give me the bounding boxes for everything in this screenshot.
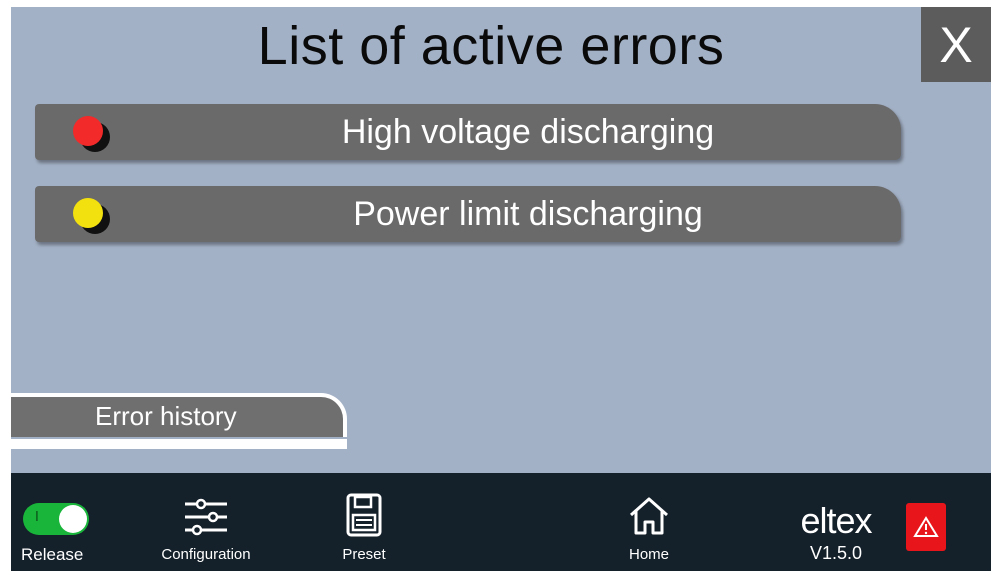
brand-block: eltex V1.5.0 [791,503,881,564]
page-title: List of active errors [257,16,725,76]
home-icon [630,497,668,535]
nav-configuration-label: Configuration [161,546,251,563]
warning-icon [913,516,939,537]
nav-home[interactable]: Home [614,495,684,563]
close-button[interactable]: X [921,7,991,82]
floppy-disk-icon [346,493,382,537]
error-row-power-limit[interactable]: Power limit discharging [35,186,901,242]
eltex-logo: eltex [800,500,872,541]
bottom-navigation-bar: I Release Configuration Preset Home elte… [11,473,991,571]
alarm-button[interactable] [906,503,946,551]
status-led-red-icon [73,116,103,146]
nav-configuration[interactable]: Configuration [151,497,261,563]
toggle-knob [59,505,87,533]
nav-home-label: Home [628,546,669,563]
error-label: Power limit discharging [353,195,703,233]
nav-preset-label: Preset [342,546,386,563]
sliders-icon [185,498,227,536]
release-label: Release [21,545,84,564]
error-row-high-voltage[interactable]: High voltage discharging [35,104,901,160]
nav-preset[interactable]: Preset [324,493,404,563]
release-toggle[interactable]: I [23,503,89,535]
version-label: V1.5.0 [809,543,863,563]
toggle-mark: I [35,510,39,525]
tab-error-history[interactable]: Error history [11,393,347,449]
error-label: High voltage discharging [341,113,715,151]
status-led-yellow-icon [73,198,103,228]
error-list-screen: List of active errors X High voltage dis… [11,7,991,571]
